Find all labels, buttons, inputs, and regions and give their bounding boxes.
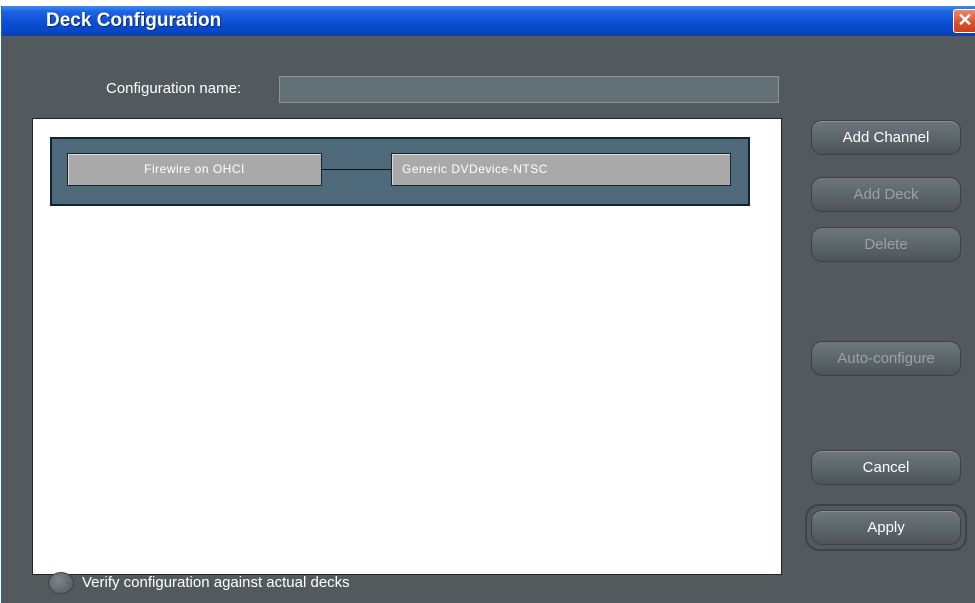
cancel-button[interactable]: Cancel (811, 450, 961, 485)
deck-configuration-dialog: Deck Configuration ✕ Configuration name:… (1, 6, 975, 603)
dialog-title: Deck Configuration (46, 10, 222, 31)
configuration-name-input[interactable] (279, 76, 779, 103)
configuration-canvas[interactable]: Firewire on OHCI Generic DVDevice-NTSC (32, 118, 782, 575)
close-button[interactable]: ✕ (953, 9, 975, 33)
title-bar[interactable]: Deck Configuration ✕ (2, 6, 975, 36)
verify-label[interactable]: Verify configuration against actual deck… (82, 574, 350, 591)
verify-checkbox[interactable] (48, 572, 74, 594)
add-deck-button[interactable]: Add Deck (811, 177, 961, 212)
configuration-name-label: Configuration name: (106, 80, 242, 97)
channel-box[interactable]: Firewire on OHCI Generic DVDevice-NTSC (50, 137, 750, 206)
close-icon: ✕ (957, 10, 973, 30)
channel-connector-line (322, 169, 391, 170)
firewire-source-node[interactable]: Firewire on OHCI (67, 153, 322, 186)
auto-configure-button[interactable]: Auto-configure (811, 341, 961, 376)
deck-node[interactable]: Generic DVDevice-NTSC (391, 153, 731, 186)
add-channel-button[interactable]: Add Channel (811, 120, 961, 155)
delete-button[interactable]: Delete (811, 227, 961, 262)
apply-button[interactable]: Apply (811, 510, 961, 545)
